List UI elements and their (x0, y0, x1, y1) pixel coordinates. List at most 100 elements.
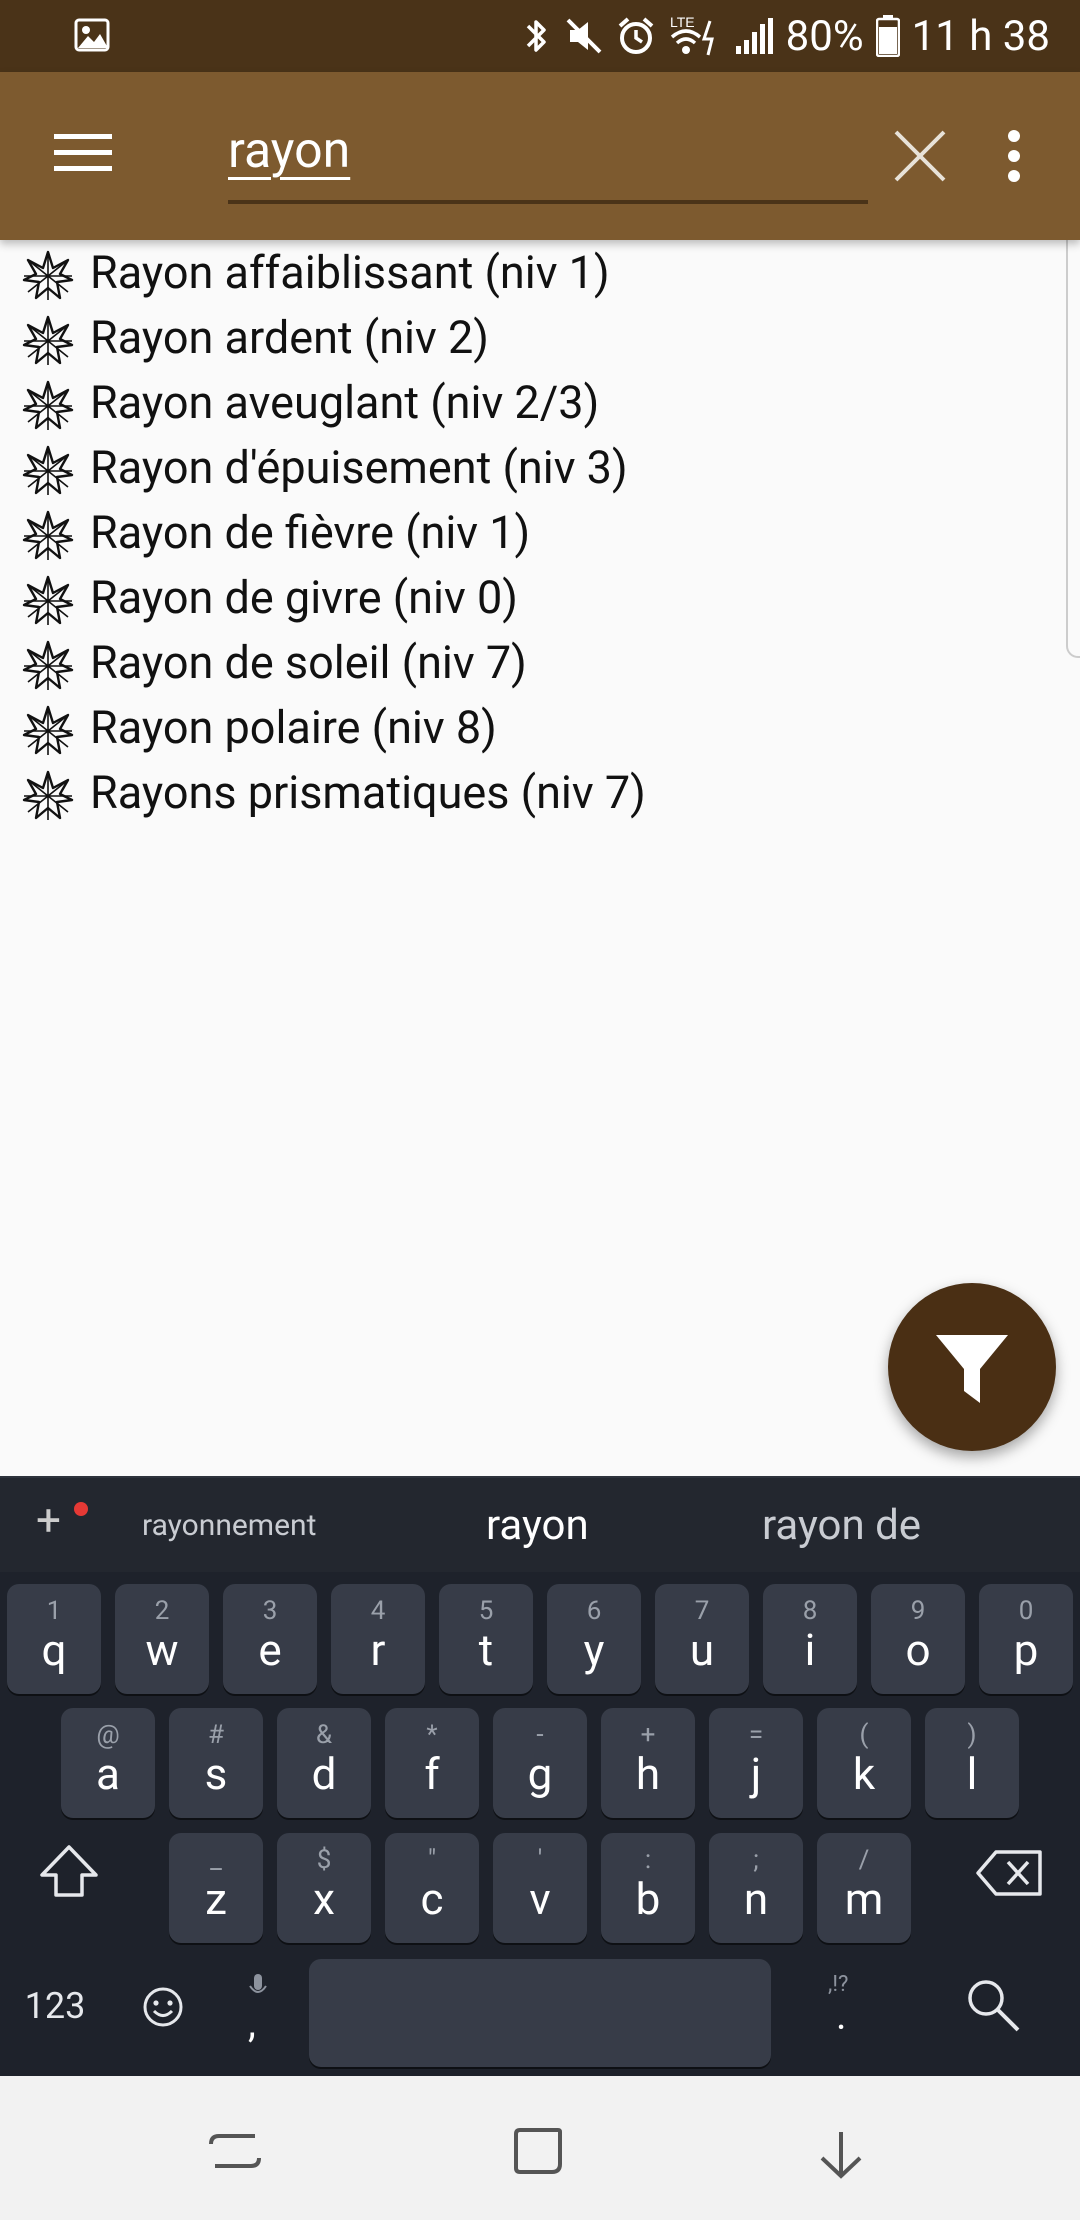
star-icon (22, 510, 74, 560)
key-f[interactable]: * f (385, 1708, 479, 1818)
star-icon (22, 445, 74, 495)
key-label: l (966, 1748, 978, 1800)
key-y[interactable]: 6y (547, 1584, 641, 1694)
list-item-label: Rayon ardent (niv 2) (90, 311, 489, 364)
key-label: v (529, 1873, 551, 1925)
plus-icon[interactable]: + (36, 1498, 76, 1542)
alarm-icon (618, 17, 653, 54)
list-item[interactable]: Rayon ardent (niv 2) (0, 305, 1070, 370)
key-d[interactable]: & d (277, 1708, 371, 1818)
key-h[interactable]: + h (601, 1708, 695, 1818)
key-n[interactable]: ; n (709, 1833, 803, 1943)
key-a[interactable]: @ a (61, 1708, 155, 1818)
key-u[interactable]: 7u (655, 1584, 749, 1694)
list-item[interactable]: Rayon de fièvre (niv 1) (0, 500, 1070, 565)
list-item-label: Rayon de soleil (niv 7) (90, 636, 527, 689)
more-vert-icon[interactable] (996, 128, 1032, 184)
key-hint: 9 (910, 1596, 926, 1626)
key-i[interactable]: 8i (763, 1584, 857, 1694)
key-label: e (258, 1624, 282, 1676)
battery-percent: 80% (785, 11, 864, 61)
close-icon[interactable] (890, 126, 950, 186)
space-bar[interactable] (309, 1959, 771, 2067)
suggestion-3[interactable]: rayon de (762, 1478, 921, 1574)
key-label: r (370, 1624, 386, 1676)
key-r[interactable]: 4r (331, 1584, 425, 1694)
key-p[interactable]: 0p (979, 1584, 1073, 1694)
key-hint: 2 (154, 1596, 170, 1626)
key-c[interactable]: " c (385, 1833, 479, 1943)
filter-icon (936, 1335, 1008, 1403)
clock: 11 h 38 (911, 11, 1050, 61)
emoji-icon[interactable] (142, 1986, 184, 2028)
key-hint: 8 (802, 1596, 818, 1626)
key-label: g (527, 1748, 553, 1800)
list-item[interactable]: Rayon aveuglant (niv 2/3) (0, 370, 1070, 435)
key-label: n (743, 1873, 769, 1925)
key-hint: 7 (694, 1596, 710, 1626)
search-field[interactable] (228, 108, 868, 204)
key-g[interactable]: -g (493, 1708, 587, 1818)
bluetooth-icon (526, 20, 546, 52)
key-hint: 4 (370, 1596, 386, 1626)
navigation-bar (0, 2076, 1080, 2220)
key-v[interactable]: ' v (493, 1833, 587, 1943)
suggestion-1[interactable]: rayonnement (142, 1478, 316, 1574)
scrollbar[interactable] (1066, 218, 1080, 658)
list-item-label: Rayon affaiblissant (niv 1) (90, 246, 610, 299)
filter-button[interactable] (888, 1283, 1056, 1451)
list-item[interactable]: Rayon affaiblissant (niv 1) (0, 240, 1070, 305)
key-l[interactable]: ) l (925, 1708, 1019, 1818)
key-label: b (635, 1873, 661, 1925)
star-icon (22, 250, 74, 300)
list-item-label: Rayon polaire (niv 8) (90, 701, 497, 754)
key-q[interactable]: 1q (7, 1584, 101, 1694)
key-o[interactable]: 9o (871, 1584, 965, 1694)
star-icon (22, 705, 74, 755)
key-w[interactable]: 2w (115, 1584, 209, 1694)
key-hint: 5 (478, 1596, 494, 1626)
search-icon[interactable] (964, 1976, 1022, 2034)
key-hint: / (858, 1845, 870, 1875)
home-icon[interactable] (510, 2124, 566, 2180)
key-x[interactable]: $ x (277, 1833, 371, 1943)
key-s[interactable]: # s (169, 1708, 263, 1818)
list-item[interactable]: Rayon de givre (niv 0) (0, 565, 1070, 630)
list-item[interactable]: Rayon d'épuisement (niv 3) (0, 435, 1070, 500)
list-item-label: Rayon d'épuisement (niv 3) (90, 441, 628, 494)
key-z[interactable]: _ z (169, 1833, 263, 1943)
key-hint: & (315, 1720, 333, 1750)
key-label: w (145, 1624, 179, 1676)
key-k[interactable]: (k (817, 1708, 911, 1818)
list-item[interactable]: Rayons prismatiques (niv 7) (0, 760, 1070, 825)
period-key[interactable]: ,!? . (820, 1972, 870, 2056)
suggestion-bar: + rayonnement rayon rayon de (0, 1476, 1080, 1572)
keyboard: + rayonnement rayon rayon de 1q2w3e4r5t6… (0, 1476, 1080, 2076)
key-label: t (478, 1624, 494, 1676)
key-j[interactable]: = j (709, 1708, 803, 1818)
results-list: Rayon affaiblissant (niv 1) Rayon ardent … (0, 240, 1070, 825)
suggestion-2[interactable]: rayon (486, 1478, 589, 1574)
key-e[interactable]: 3e (223, 1584, 317, 1694)
numbers-key[interactable]: 123 (18, 1976, 92, 2036)
shift-icon[interactable] (36, 1839, 102, 1905)
list-item-label: Rayon aveuglant (niv 2/3) (90, 376, 600, 429)
key-hint: ) (967, 1720, 977, 1750)
key-hint: $ (316, 1845, 332, 1875)
hide-keyboard-icon[interactable] (814, 2128, 868, 2182)
key-m[interactable]: / m (817, 1833, 911, 1943)
key-hint: : (644, 1845, 652, 1875)
key-hint: 1 (46, 1596, 62, 1626)
key-label: k (852, 1748, 876, 1800)
backspace-icon[interactable] (974, 1846, 1046, 1900)
key-t[interactable]: 5t (439, 1584, 533, 1694)
comma-key[interactable]: , (238, 1972, 278, 2056)
key-b[interactable]: :b (601, 1833, 695, 1943)
search-input[interactable] (228, 108, 868, 194)
list-item[interactable]: Rayon de soleil (niv 7) (0, 630, 1070, 695)
key-label: h (635, 1748, 661, 1800)
recent-apps-icon[interactable] (205, 2126, 265, 2176)
wifi-icon: LTE (670, 14, 714, 56)
menu-icon[interactable] (40, 132, 128, 188)
list-item[interactable]: Rayon polaire (niv 8) (0, 695, 1070, 760)
